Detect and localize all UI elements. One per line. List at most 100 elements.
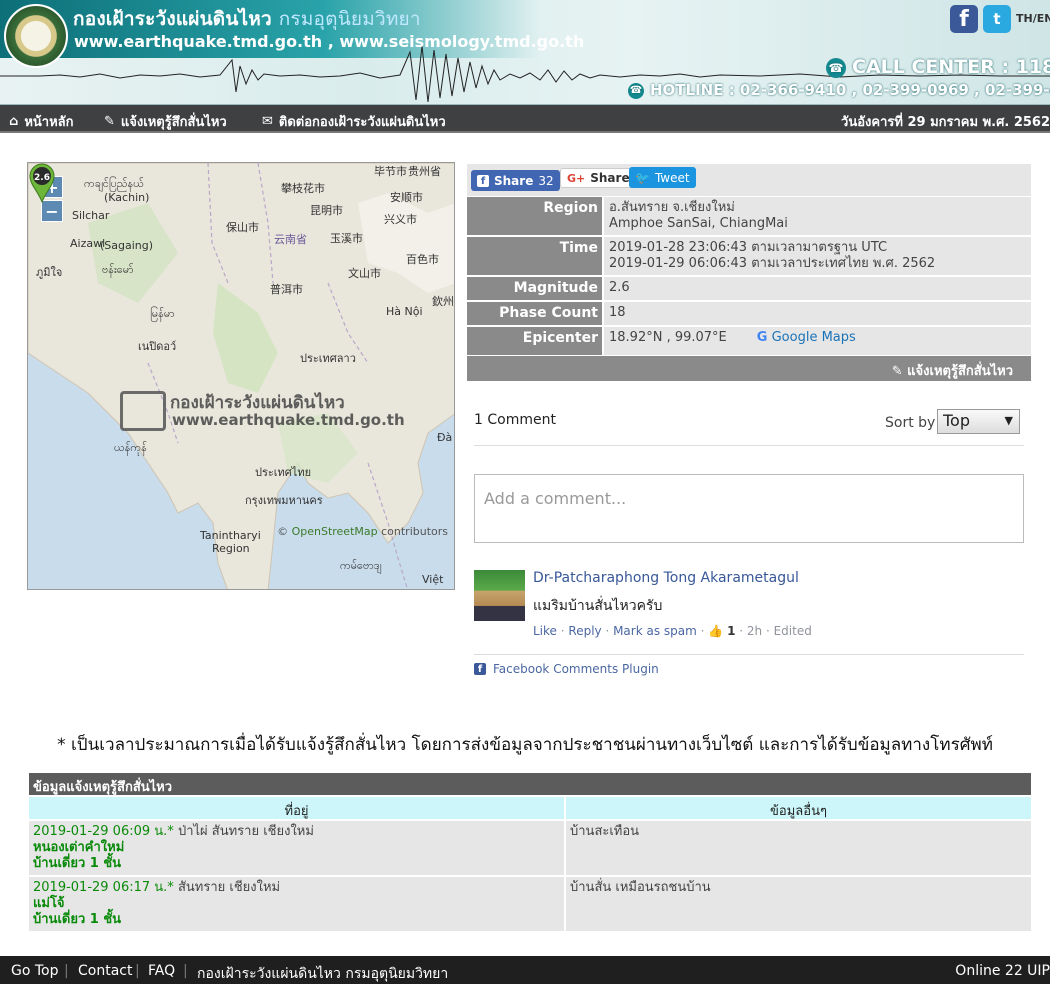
twitter-bird-icon: 🐦 (635, 170, 650, 185)
site-banner: กองเฝ้าระวังแผ่นดินไหว กรมอุตุนิยมวิทยา … (0, 0, 1050, 105)
map-place: မြန်မာ (150, 307, 175, 320)
facebook-comments-plugin-link[interactable]: f Facebook Comments Plugin (474, 662, 659, 676)
separator: | (64, 963, 69, 979)
time-label: Time (467, 237, 602, 275)
fb-share-label: Share (494, 173, 534, 188)
report-icon: ✎ (104, 114, 115, 129)
share-bar: f Share 32 G+ Share 🐦 Tweet (467, 164, 1031, 196)
region-row: Region อ.สันทราย จ.เชียงใหม่ Amphoe SanSa… (467, 197, 1031, 235)
comment-age[interactable]: 2h (747, 624, 762, 638)
language-switch[interactable]: TH/EN (1016, 12, 1050, 25)
home-icon: ⌂ (9, 114, 19, 129)
divider (474, 654, 1024, 655)
comment-author[interactable]: Dr-Patcharaphong Tong Akarametagul (533, 570, 799, 586)
facebook-share-button[interactable]: f Share 32 (471, 170, 560, 191)
map-place: 百色市 (406, 253, 439, 266)
map-place: ကမ်ဗောဒျ (340, 559, 382, 572)
mail-icon: ✉ (262, 114, 273, 129)
marker-magnitude: 2.6 (34, 173, 50, 183)
estimate-note: * เป็นเวลาประมาณการเมื่อได้รับแจ้งรู้สึก… (57, 735, 993, 755)
report-felt-button[interactable]: ✎ แจ้งเหตุรู้สึกสั่นไหว (467, 356, 1031, 381)
time-local: 2019-01-29 06:06:43 ตามเวลาประเทศไทย พ.ศ… (609, 256, 936, 271)
like-link[interactable]: Like (533, 624, 557, 638)
map-place: กรุงเทพมหานคร (245, 494, 323, 507)
map-place: 昆明市 (310, 204, 343, 217)
epicenter-map[interactable]: + − ကချင်ပြည်နယ် (Kachin) 攀枝花市 昆明市 安顺市 兴… (27, 162, 455, 590)
phase-count-value: 18 (604, 302, 1031, 325)
google-plus-icon: G+ (567, 171, 586, 185)
map-place: Tanintharyi (200, 529, 261, 542)
site-title: กองเฝ้าระวังแผ่นดินไหว กรมอุตุนิยมวิทยา (73, 8, 421, 30)
phase-count-row: Phase Count 18 (467, 302, 1031, 325)
separator: | (183, 963, 188, 979)
other-cell: บ้านสะเทือน (566, 821, 1031, 875)
site-title-sub: กรมอุตุนิยมวิทยา (278, 8, 421, 30)
report-datetime: 2019-01-29 06:09 น.* (33, 824, 174, 839)
epicenter-label: Epicenter (467, 327, 602, 355)
felt-reports-table: ข้อมูลแจ้งเหตุรู้สึกสั่นไหว ที่อยู่ ข้อม… (29, 773, 1031, 931)
nav-report-label: แจ้งเหตุรู้สึกสั่นไหว (120, 115, 227, 130)
sort-select[interactable]: Top ▼ (937, 409, 1020, 434)
map-place: Aizawl (70, 237, 106, 250)
earthquake-details: Region อ.สันทราย จ.เชียงใหม่ Amphoe SanSa… (467, 197, 1031, 357)
nav-report[interactable]: ✎ แจ้งเหตุรู้สึกสั่นไหว (104, 111, 227, 132)
mark-spam-link[interactable]: Mark as spam (613, 624, 697, 638)
openstreetmap-link[interactable]: OpenStreetMap (292, 525, 378, 538)
twitter-icon[interactable]: t (983, 5, 1011, 33)
facebook-icon[interactable]: f (950, 5, 978, 33)
address-cell: 2019-01-29 06:17 น.* สันทราย เชียงใหม่แม… (29, 877, 564, 931)
map-place: Đà (437, 431, 453, 444)
felt-reports-title: ข้อมูลแจ้งเหตุรู้สึกสั่นไหว (29, 773, 1031, 795)
hotline-text: HOTLINE : 02-366-9410 , 02-399-0969 , 02… (650, 81, 1050, 99)
nav-contact-label: ติดต่อกองเฝ้าระวังแผ่นดินไหว (278, 115, 446, 130)
phone-icon: ☎ (826, 57, 846, 78)
magnitude-value: 2.6 (604, 277, 1031, 300)
current-date: วันอังคารที่ 29 มกราคม พ.ศ. 2562 (841, 115, 1050, 130)
reply-link[interactable]: Reply (568, 624, 601, 638)
tweet-button[interactable]: 🐦 Tweet (629, 167, 696, 188)
nav-contact[interactable]: ✉ ติดต่อกองเฝ้าระวังแผ่นดินไหว (262, 111, 446, 132)
tweet-label: Tweet (654, 170, 690, 185)
contact-link[interactable]: Contact (78, 963, 132, 979)
col-address: ที่อยู่ (29, 797, 564, 819)
address-cell: 2019-01-29 06:09 น.* ป่าไผ่ สันทราย เชีย… (29, 821, 564, 875)
map-attribution: © OpenStreetMap contributors (277, 525, 448, 538)
thumbs-up-icon: 👍 (708, 624, 724, 638)
watermark-url: www.earthquake.tmd.go.th (172, 411, 405, 429)
facebook-icon: f (474, 663, 486, 675)
google-plus-share-button[interactable]: G+ Share (560, 168, 637, 188)
google-maps-label: Google Maps (771, 330, 856, 345)
comment-input[interactable]: Add a comment... (474, 474, 1024, 543)
time-row: Time 2019-01-28 23:06:43 ตามเวลามาตรฐาน … (467, 237, 1031, 275)
faq-link[interactable]: FAQ (148, 963, 175, 979)
like-count: 1 (727, 624, 736, 638)
table-row: 2019-01-29 06:09 น.* ป่าไผ่ สันทราย เชีย… (29, 821, 1031, 875)
report-datetime: 2019-01-29 06:17 น.* (33, 880, 174, 895)
attribution-prefix: © (277, 525, 292, 538)
epicenter-marker[interactable]: 2.6 (28, 163, 56, 203)
google-icon: G (756, 330, 768, 345)
plugin-label: Facebook Comments Plugin (493, 662, 659, 676)
nav-home[interactable]: ⌂ หน้าหลัก (9, 111, 73, 132)
facebook-icon: f (477, 174, 489, 187)
map-place: Region (212, 542, 250, 555)
map-place: 兴义市 (384, 213, 417, 226)
report-location: สันทราย เชียงใหม่ (177, 880, 281, 895)
map-place: 保山市 (226, 221, 259, 234)
map-place: 贵州省 (408, 165, 441, 178)
watermark-logo-icon (120, 391, 166, 431)
phase-count-label: Phase Count (467, 302, 602, 325)
hotline: ☎ HOTLINE : 02-366-9410 , 02-399-0969 , 0… (628, 81, 1050, 99)
avatar[interactable] (474, 570, 525, 621)
tmd-link[interactable]: กองเฝ้าระวังแผ่นดินไหว กรมอุตุนิยมวิทยา (197, 963, 448, 985)
map-zoom-out[interactable]: − (41, 200, 63, 222)
online-counter: Online 22 UIP (955, 963, 1050, 979)
table-row: 2019-01-29 06:17 น.* สันทราย เชียงใหม่แม… (29, 877, 1031, 931)
region-thai: อ.สันทราย จ.เชียงใหม่ (609, 200, 735, 215)
comment-actions: Like · Reply · Mark as spam · 👍 1 · 2h ·… (533, 624, 812, 638)
google-maps-link[interactable]: G Google Maps (757, 330, 856, 345)
go-top-link[interactable]: Go Top (11, 963, 59, 979)
report-place: แม่โจ้ (33, 896, 65, 911)
map-place: 玉溪市 (330, 232, 363, 245)
tmd-logo[interactable] (4, 4, 68, 68)
